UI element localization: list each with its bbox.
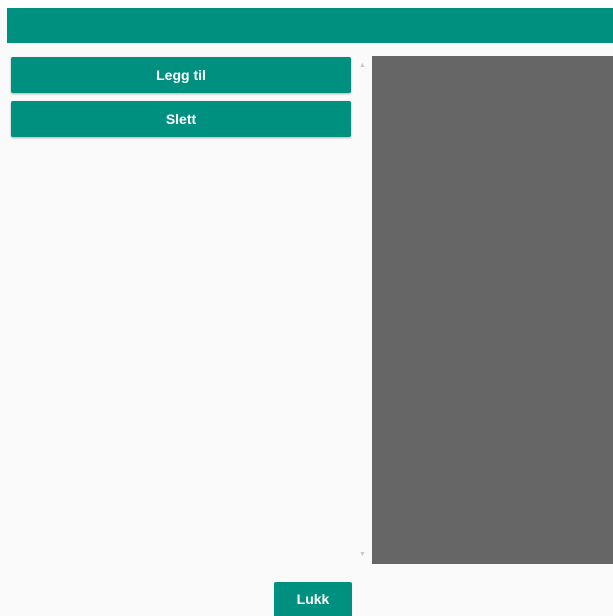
delete-button[interactable]: Slett xyxy=(11,101,351,137)
top-margin xyxy=(0,0,613,8)
close-button[interactable]: Lukk xyxy=(274,582,352,616)
dialog-window: Legg til Slett ▲ ▼ Lukk xyxy=(0,0,613,616)
scroll-down-arrow-icon[interactable]: ▼ xyxy=(358,550,367,559)
scroll-up-arrow-icon[interactable]: ▲ xyxy=(358,61,367,70)
preview-area xyxy=(372,56,613,564)
vertical-scrollbar[interactable]: ▲ ▼ xyxy=(355,55,370,565)
item-list-panel: Legg til Slett xyxy=(8,55,354,565)
add-button[interactable]: Legg til xyxy=(11,57,351,93)
header-bar xyxy=(7,8,613,43)
